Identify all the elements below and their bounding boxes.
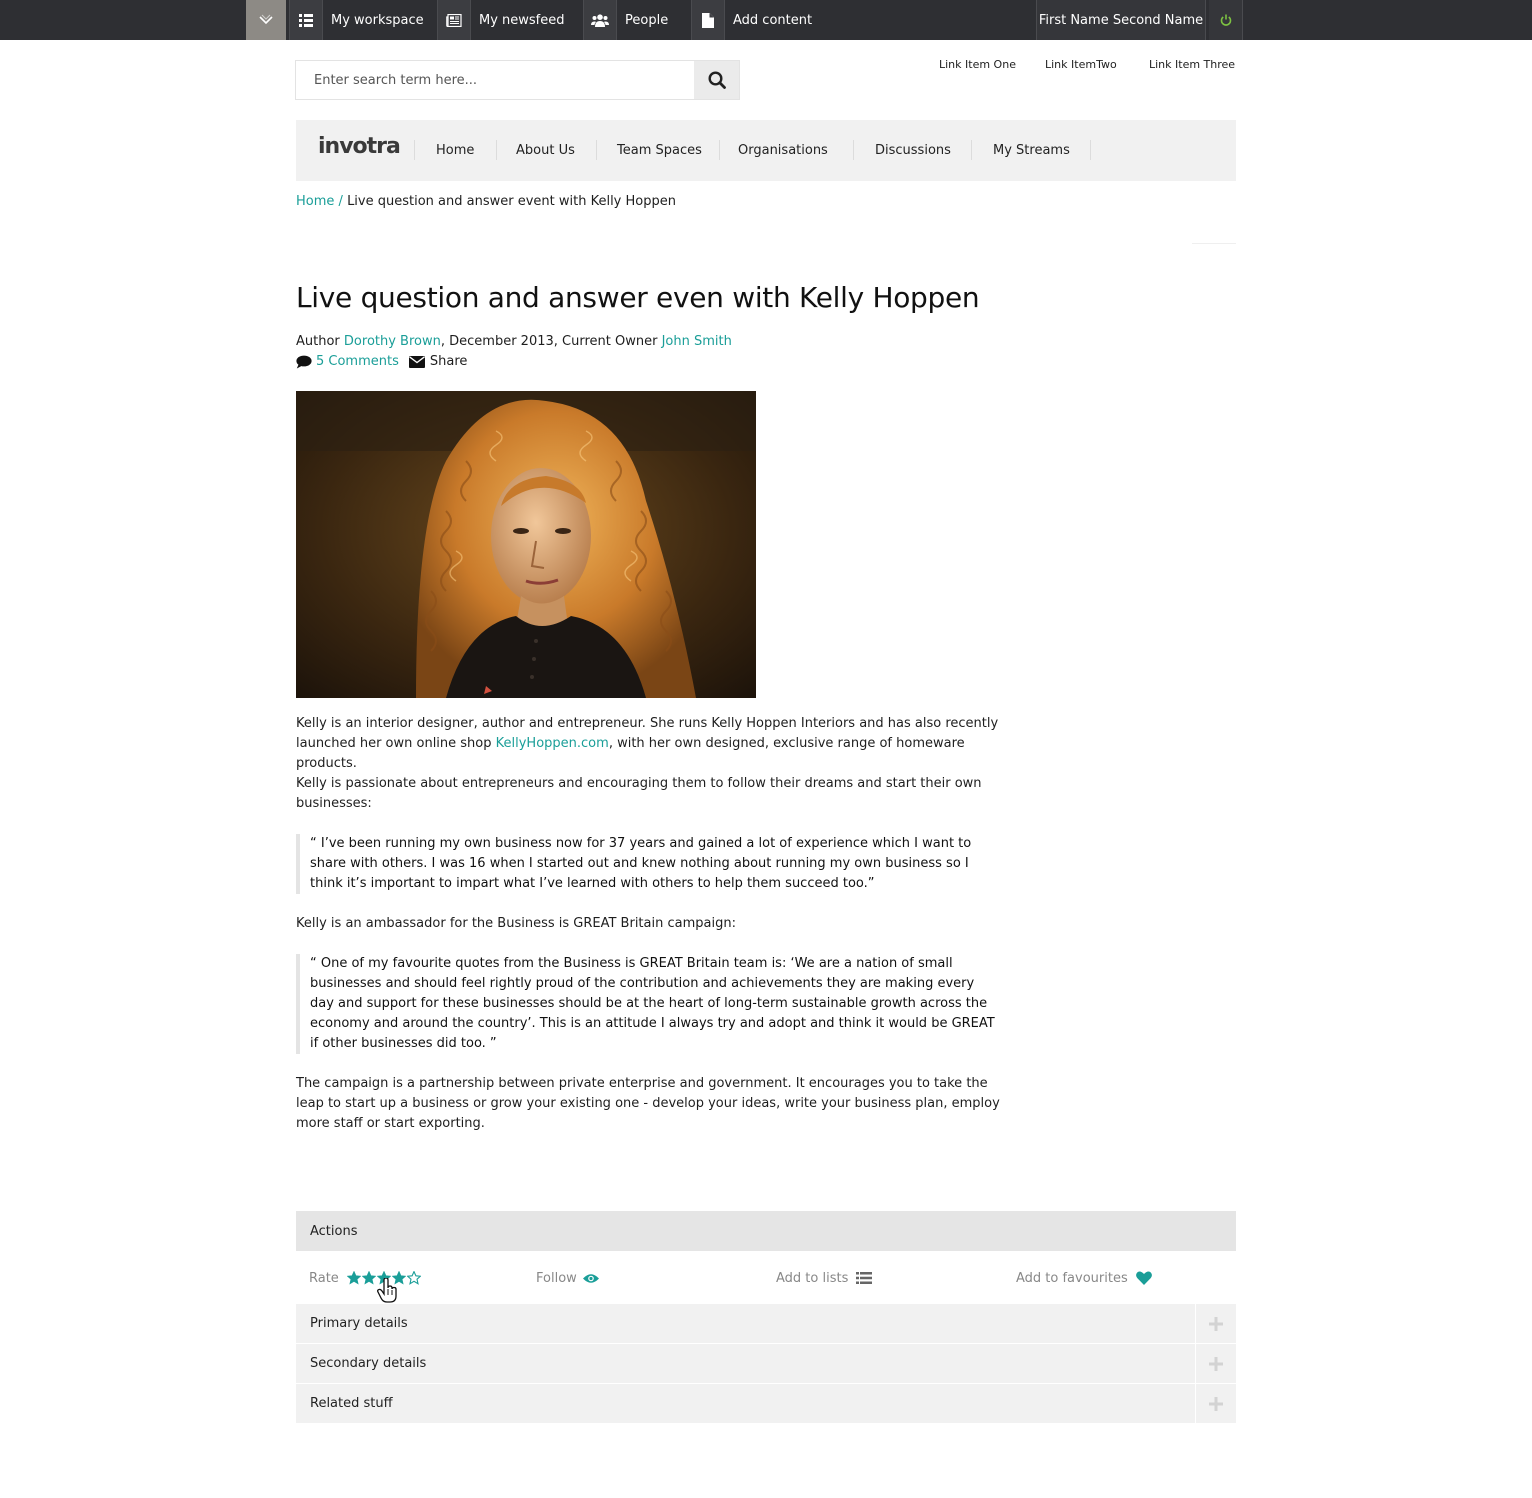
blockquote: “ I’ve been running my own business now …	[296, 834, 1001, 894]
follow-button[interactable]: Follow	[536, 1269, 599, 1287]
breadcrumb-current: Live question and answer event with Kell…	[347, 194, 676, 209]
logout-button[interactable]	[1209, 0, 1243, 40]
hand-cursor-icon	[377, 1278, 397, 1303]
actions-heading: Actions	[296, 1211, 1236, 1251]
nav-divider	[414, 140, 415, 160]
envelope-icon	[408, 356, 425, 368]
article-image	[296, 391, 756, 698]
comment-icon	[296, 355, 312, 369]
article-paragraph: Kelly is an interior designer, author an…	[296, 714, 1001, 774]
expand-button[interactable]	[1195, 1384, 1236, 1423]
share-label: Share	[429, 354, 468, 369]
nav-divider	[719, 140, 720, 160]
utility-link-two[interactable]: Link ItemTwo	[1045, 58, 1117, 71]
breadcrumb: Home / Live question and answer event wi…	[296, 194, 676, 209]
nav-divider	[971, 140, 972, 160]
expand-button[interactable]	[1195, 1304, 1236, 1343]
add-to-favourites-label: Add to favourites	[1016, 1270, 1128, 1286]
heart-icon	[1135, 1271, 1152, 1285]
toolbar-item-label: My newsfeed	[479, 12, 565, 28]
nav-item-team-spaces[interactable]: Team Spaces	[617, 120, 702, 181]
accordion-label: Related stuff	[310, 1396, 393, 1411]
rate-control[interactable]: Rate	[309, 1269, 422, 1303]
star-filled-icon[interactable]	[346, 1271, 361, 1285]
nav-item-organisations[interactable]: Organisations	[738, 120, 828, 181]
search-input[interactable]	[296, 61, 696, 99]
breadcrumb-home-link[interactable]: Home	[296, 194, 334, 209]
file-icon	[691, 0, 725, 40]
toolbar-toggle-button[interactable]	[246, 0, 286, 40]
breadcrumb-separator: /	[338, 194, 343, 209]
utility-link-three[interactable]: Link Item Three	[1149, 58, 1235, 71]
divider	[1192, 243, 1236, 244]
nav-divider	[853, 140, 854, 160]
actions-bar: Rate Follow Add to lists Add to favourit…	[296, 1251, 1236, 1303]
plus-icon	[1209, 1356, 1223, 1371]
comments-link[interactable]: 5 Comments	[316, 352, 399, 372]
site-logo[interactable]: invotra	[318, 134, 401, 159]
nav-divider	[1090, 140, 1091, 160]
utility-link-one[interactable]: Link Item One	[939, 58, 1016, 71]
share-button[interactable]: Share	[408, 352, 468, 372]
toolbar-item-label: Add content	[733, 12, 813, 28]
article-paragraph: The campaign is a partnership between pr…	[296, 1076, 1000, 1131]
accordion-label: Secondary details	[310, 1356, 427, 1371]
page-title: Live question and answer even with Kelly…	[296, 281, 980, 314]
grid-list-icon	[289, 0, 323, 40]
eye-icon	[582, 1273, 599, 1283]
blockquote: “ One of my favourite quotes from the Bu…	[296, 954, 1001, 1054]
power-icon	[1220, 14, 1231, 26]
user-menu-button[interactable]: First Name Second Name	[1036, 0, 1206, 40]
article-meta: Author Dorothy Brown, December 2013, Cur…	[296, 332, 732, 352]
star-filled-icon[interactable]	[361, 1271, 376, 1285]
toolbar-my-newsfeed[interactable]: My newsfeed	[437, 0, 565, 40]
article-paragraph: Kelly is an ambassador for the Business …	[296, 916, 736, 931]
nav-divider	[596, 140, 597, 160]
main-navigation: invotra Home About Us Team Spaces Organi…	[296, 120, 1236, 181]
add-to-favourites-button[interactable]: Add to favourites	[1016, 1269, 1152, 1287]
search-box	[295, 60, 740, 100]
utility-links: Link Item One Link ItemTwo Link Item Thr…	[939, 58, 1236, 74]
chevron-down-icon	[259, 14, 273, 25]
users-icon	[583, 0, 617, 40]
follow-label: Follow	[536, 1270, 577, 1286]
rate-label: Rate	[309, 1270, 339, 1286]
add-to-lists-button[interactable]: Add to lists	[776, 1269, 873, 1287]
toolbar-item-label: My workspace	[331, 12, 424, 28]
search-button[interactable]	[694, 61, 739, 99]
accordion-secondary-details[interactable]: Secondary details	[296, 1344, 1236, 1383]
nav-item-home[interactable]: Home	[436, 120, 474, 181]
nav-item-about-us[interactable]: About Us	[516, 120, 575, 181]
kellyhoppen-link[interactable]: KellyHoppen.com	[496, 736, 609, 751]
author-prefix: Author	[296, 334, 340, 349]
accordion-label: Primary details	[310, 1316, 408, 1331]
plus-icon	[1209, 1396, 1223, 1411]
date-text: , December 2013, Current Owner	[440, 334, 658, 349]
add-to-lists-label: Add to lists	[776, 1270, 849, 1286]
article-social: 5 Comments Share	[296, 352, 467, 372]
owner-link[interactable]: John Smith	[662, 334, 732, 349]
nav-item-my-streams[interactable]: My Streams	[993, 120, 1070, 181]
expand-button[interactable]	[1195, 1344, 1236, 1383]
toolbar-people[interactable]: People	[583, 0, 668, 40]
toolbar-add-content[interactable]: Add content	[691, 0, 812, 40]
accordion-primary-details[interactable]: Primary details	[296, 1304, 1236, 1343]
plus-icon	[1209, 1316, 1223, 1331]
accordion-related-stuff[interactable]: Related stuff	[296, 1384, 1236, 1423]
nav-item-discussions[interactable]: Discussions	[875, 120, 951, 181]
toolbar-item-label: People	[625, 12, 669, 28]
star-empty-icon[interactable]	[406, 1271, 421, 1285]
article-paragraph: Kelly is passionate about entrepreneurs …	[296, 776, 982, 811]
list-icon	[856, 1272, 873, 1284]
nav-divider	[496, 140, 497, 160]
search-icon	[707, 71, 726, 89]
newspaper-icon	[437, 0, 471, 40]
author-link[interactable]: Dorothy Brown	[344, 334, 441, 349]
toolbar-my-workspace[interactable]: My workspace	[289, 0, 424, 40]
admin-toolbar: My workspace My newsfeed People Add cont…	[0, 0, 1532, 40]
